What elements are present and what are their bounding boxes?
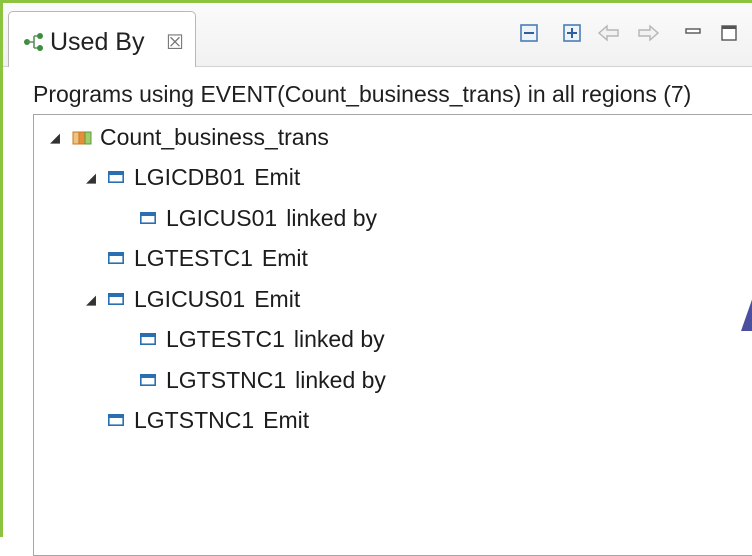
program-name: LGTESTC1 [134, 245, 253, 271]
program-icon [108, 293, 124, 305]
back-arrow-icon[interactable] [597, 23, 621, 43]
relation-label: linked by [295, 367, 386, 393]
used-by-tree[interactable]: ◢ Count_business_trans ◢ LGICDB01 Emit LGIC… [33, 114, 752, 556]
program-name: LGICUS01 [166, 205, 278, 231]
tree-node-label: LGTESTC1 Emit [134, 245, 308, 272]
program-name: LGTSTNC1 [166, 367, 287, 393]
expand-toggle[interactable]: ◢ [86, 170, 96, 186]
tab-used-by[interactable]: Used By ☒ [8, 11, 196, 67]
relation-label: Emit [261, 245, 308, 271]
relation-label: Emit [263, 407, 310, 433]
program-icon [140, 374, 156, 386]
program-name: LGTSTNC1 [134, 407, 255, 433]
expand-toggle[interactable]: ◢ [86, 292, 96, 308]
relation-label: linked by [286, 205, 377, 231]
view-tab-bar: Used By ☒ [3, 3, 752, 67]
maximize-icon[interactable] [719, 23, 739, 43]
tree-node-label: LGTSTNC1 linked by [166, 367, 386, 394]
relation-label: Emit [254, 164, 301, 190]
relation-label: linked by [293, 326, 385, 352]
program-name: LGICUS01 [134, 286, 246, 312]
minimize-icon[interactable] [683, 23, 703, 43]
collapse-all-icon[interactable] [519, 23, 539, 43]
view-description: Programs using EVENT(Count_business_tran… [33, 81, 692, 107]
program-icon [108, 252, 124, 264]
program-icon [108, 171, 124, 183]
tree-node-label: LGTSTNC1 Emit [134, 407, 309, 434]
used-by-view: Used By ☒ Programs using EVENT(Count_bus… [0, 0, 752, 556]
tree-node-label: LGICUS01 linked by [166, 205, 377, 232]
program-icon [140, 333, 156, 345]
close-icon[interactable]: ☒ [166, 30, 184, 55]
forward-arrow-icon[interactable] [636, 23, 660, 43]
program-name: LGTESTC1 [166, 326, 285, 352]
expand-toggle[interactable]: ◢ [50, 130, 60, 146]
program-name: LGICDB01 [134, 164, 246, 190]
tree-node-label: LGTESTC1 linked by [166, 326, 385, 353]
program-icon [108, 414, 124, 426]
relation-label: Emit [254, 286, 301, 312]
expand-all-icon[interactable] [562, 23, 582, 43]
tree-node-label: LGICDB01 Emit [134, 164, 300, 191]
tab-label: Used By [50, 28, 145, 56]
background-shape-fragment [741, 299, 752, 331]
hierarchy-icon [24, 33, 43, 51]
tree-root-label: Count_business_trans [100, 124, 329, 150]
event-icon [72, 131, 92, 145]
tree-node-label: LGICUS01 Emit [134, 286, 300, 313]
program-icon [140, 212, 156, 224]
